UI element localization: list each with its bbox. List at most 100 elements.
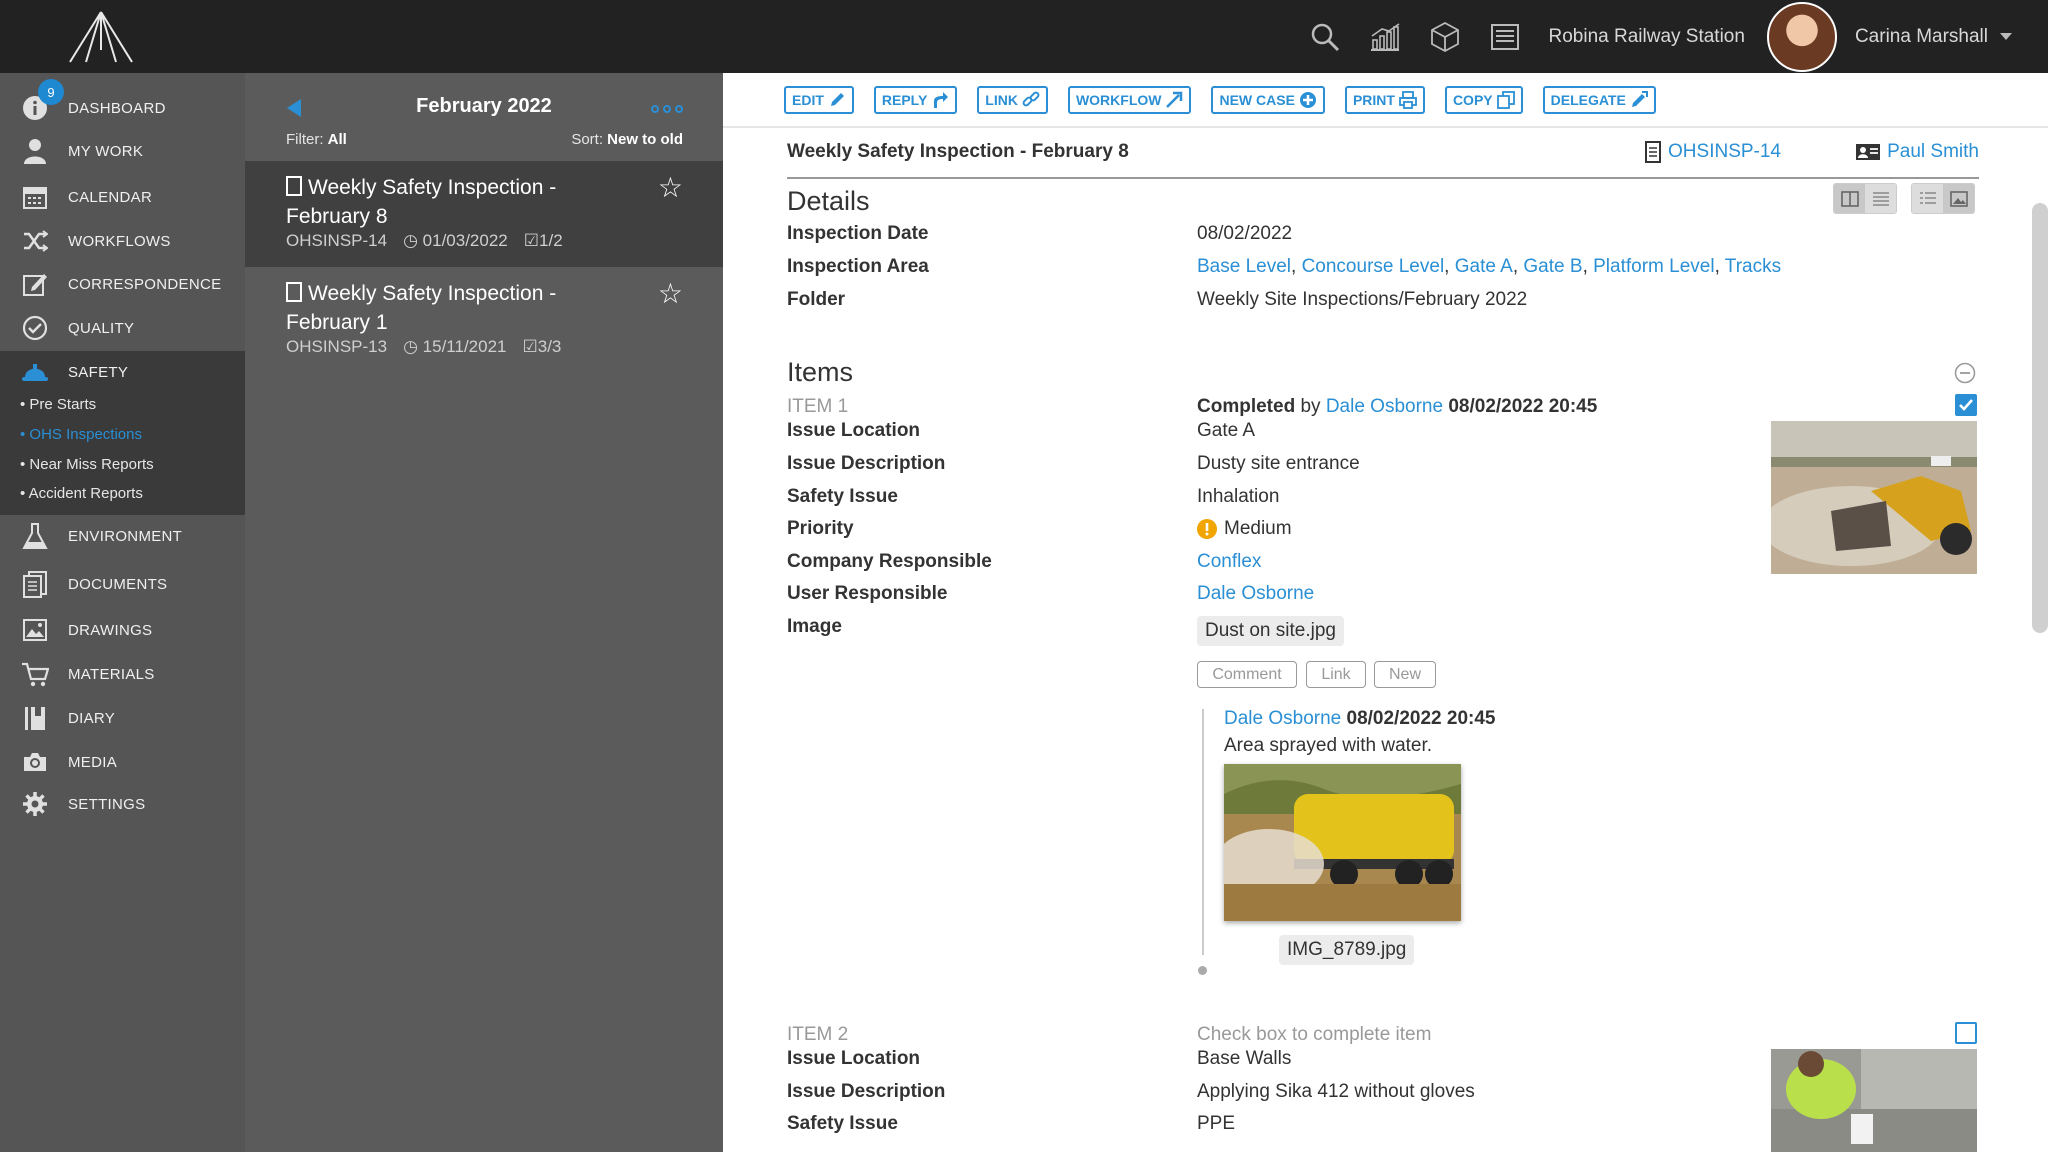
sort-control[interactable]: Sort: New to old: [571, 131, 683, 148]
sidebar-sub-ohs-inspections[interactable]: • OHS Inspections: [20, 426, 142, 443]
sidebar-sub-near-miss-reports[interactable]: • Near Miss Reports: [20, 456, 154, 473]
edit-button[interactable]: EDIT: [784, 85, 854, 114]
plus-circle-icon: [1299, 91, 1317, 109]
image-label: Image: [787, 616, 842, 637]
folder-label: Folder: [787, 289, 846, 310]
user-name[interactable]: Carina Marshall: [1855, 26, 1988, 48]
image-file-chip[interactable]: Dust on site.jpg: [1197, 616, 1344, 646]
list-icon[interactable]: [1475, 0, 1535, 73]
sidebar-item-label: CALENDAR: [68, 188, 153, 206]
list-item-count-text: 1/2: [539, 231, 563, 250]
notification-badge: 9: [38, 79, 64, 105]
sidebar-item-my-work[interactable]: MY WORK: [0, 131, 245, 171]
list-item-title: Weekly Safety Inspection - February 8: [286, 173, 636, 231]
comment-author-link[interactable]: Dale Osborne: [1224, 708, 1341, 729]
issue-location-value: Base Walls: [1197, 1048, 1292, 1069]
completed-by-link[interactable]: Dale Osborne: [1326, 396, 1443, 417]
sidebar-item-diary[interactable]: DIARY: [0, 698, 245, 738]
item-photo[interactable]: [1771, 421, 1977, 574]
split-view-icon[interactable]: [1834, 184, 1865, 213]
sidebar-item-calendar[interactable]: CALENDAR: [0, 177, 245, 217]
collapse-icon[interactable]: [1954, 362, 1976, 384]
area-link[interactable]: Platform Level: [1593, 256, 1714, 277]
filter-control[interactable]: Filter: All: [286, 131, 347, 148]
sidebar-item-materials[interactable]: MATERIALS: [0, 654, 245, 694]
full-view-icon[interactable]: [1865, 184, 1896, 213]
list-item-date-text: 15/11/2021: [422, 337, 507, 356]
star-icon[interactable]: ☆: [658, 277, 683, 310]
more-options-icon[interactable]: [651, 105, 683, 113]
user-responsible-link[interactable]: Dale Osborne: [1197, 583, 1314, 605]
workflow-button[interactable]: WORKFLOW: [1067, 85, 1192, 114]
station-name[interactable]: Robina Railway Station: [1549, 26, 1745, 48]
sidebar-item-dashboard[interactable]: DASHBOARD: [0, 88, 245, 128]
sidebar-item-settings[interactable]: SETTINGS: [0, 784, 245, 824]
item-complete-checkbox[interactable]: [1955, 394, 1977, 416]
item-complete-checkbox[interactable]: [1955, 1022, 1977, 1044]
sidebar-item-workflows[interactable]: WORKFLOWS: [0, 221, 245, 261]
issue-location-value: Gate A: [1197, 420, 1256, 441]
sidebar-item-correspondence[interactable]: CORRESPONDENCE: [0, 264, 245, 304]
sidebar-item-label: CORRESPONDENCE: [68, 275, 222, 293]
layout-toggle: [1833, 183, 1897, 214]
list-item-meta: OHSINSP-14 ◷ 01/03/2022 ☑1/2: [286, 231, 563, 251]
image-view-icon[interactable]: [1943, 184, 1974, 213]
area-link[interactable]: Gate B: [1523, 256, 1582, 277]
link-button[interactable]: Link: [1306, 661, 1366, 688]
issue-description-label: Issue Description: [787, 453, 946, 474]
scrollbar[interactable]: [2032, 203, 2048, 633]
item-photo[interactable]: [1771, 1049, 1977, 1152]
area-link[interactable]: Tracks: [1725, 256, 1781, 277]
sidebar-sub-pre-starts[interactable]: • Pre Starts: [20, 396, 96, 413]
filter-value: All: [327, 131, 347, 148]
inspection-area-value: Base Level, Concourse Level, Gate A, Gat…: [1197, 256, 1782, 277]
copy-button-label: COPY: [1452, 91, 1493, 108]
delegate-button[interactable]: DELEGATE: [1542, 85, 1656, 114]
app-logo[interactable]: [64, 10, 138, 64]
copy-button[interactable]: COPY: [1444, 85, 1523, 114]
list-item[interactable]: Weekly Safety Inspection - February 8 ☆ …: [245, 161, 723, 267]
record-owner-link[interactable]: Paul Smith: [1855, 141, 1979, 163]
list-item-count-text: 3/3: [537, 337, 562, 356]
company-responsible-link[interactable]: Conflex: [1197, 551, 1261, 573]
area-link[interactable]: Concourse Level: [1302, 256, 1445, 277]
image-icon: [20, 615, 50, 645]
comment-image-file-chip[interactable]: IMG_8789.jpg: [1279, 935, 1415, 965]
sidebar-item-documents[interactable]: DOCUMENTS: [0, 564, 245, 604]
record-ref-link[interactable]: OHSINSP-14: [1644, 141, 1781, 163]
comment-header: Dale Osborne 08/02/2022 20:45: [1224, 708, 1495, 730]
sidebar-item-media[interactable]: MEDIA: [0, 742, 245, 782]
avatar[interactable]: [1766, 1, 1837, 72]
list-item-title-text: Weekly Safety Inspection - February 8: [286, 176, 557, 228]
details-heading: Details: [787, 186, 870, 216]
print-button[interactable]: PRINT: [1344, 85, 1425, 114]
new-button[interactable]: New: [1374, 661, 1436, 688]
priority-label: Priority: [787, 518, 854, 539]
comment-button[interactable]: Comment: [1197, 661, 1297, 688]
chart-icon[interactable]: [1355, 0, 1415, 73]
display-toggle: [1911, 183, 1975, 214]
by-label: by: [1300, 396, 1321, 417]
sidebar-item-safety[interactable]: SAFETY: [0, 352, 245, 392]
sidebar-sub-accident-reports[interactable]: • Accident Reports: [20, 485, 143, 502]
list-item[interactable]: Weekly Safety Inspection - February 1 ☆ …: [245, 267, 723, 373]
flask-icon: [20, 521, 50, 551]
area-link[interactable]: Base Level: [1197, 256, 1291, 277]
sidebar-item-environment[interactable]: ENVIRONMENT: [0, 516, 245, 556]
sidebar-item-quality[interactable]: QUALITY: [0, 308, 245, 348]
list-item-title-text: Weekly Safety Inspection - February 1: [286, 282, 557, 334]
link-button[interactable]: LINK: [977, 85, 1048, 114]
3d-model-icon[interactable]: [1415, 0, 1475, 73]
reply-button[interactable]: REPLY: [873, 85, 958, 114]
new-case-button[interactable]: NEW CASE: [1211, 85, 1325, 114]
star-icon[interactable]: ☆: [658, 171, 683, 204]
search-icon[interactable]: [1295, 0, 1355, 73]
record-header: Weekly Safety Inspection - February 8 OH…: [787, 141, 1979, 179]
sidebar-item-drawings[interactable]: DRAWINGS: [0, 610, 245, 650]
area-link[interactable]: Gate A: [1455, 256, 1513, 277]
chevron-down-icon[interactable]: [2000, 33, 2012, 40]
comment-photo[interactable]: [1224, 764, 1461, 921]
company-responsible-label: Company Responsible: [787, 551, 992, 572]
list-item-date: ◷ 15/11/2021: [403, 337, 506, 357]
list-view-icon[interactable]: [1912, 184, 1943, 213]
